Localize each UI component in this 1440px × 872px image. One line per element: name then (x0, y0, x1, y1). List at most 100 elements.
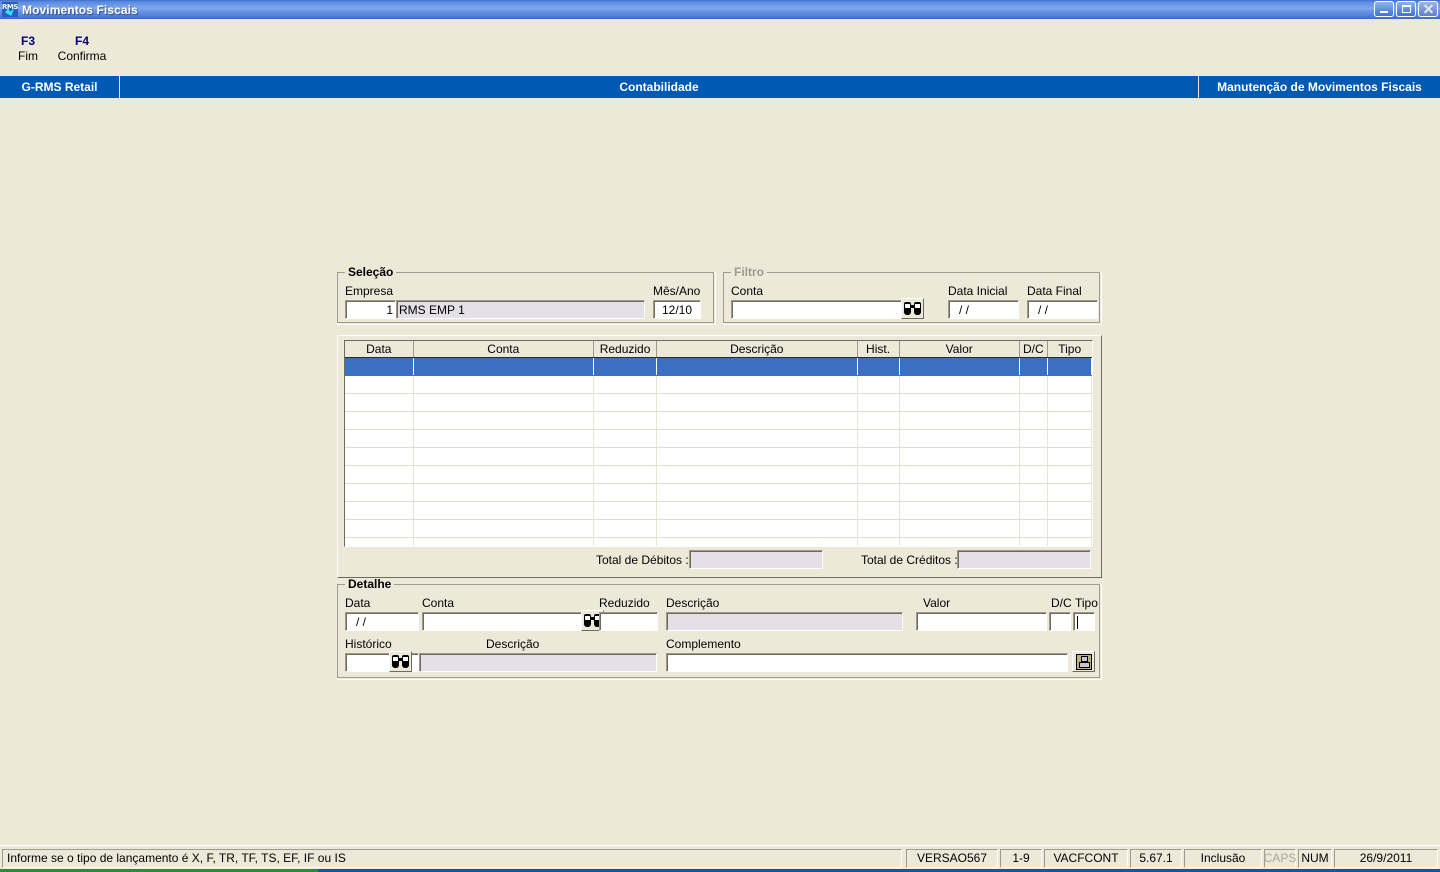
table-cell[interactable] (1047, 375, 1092, 394)
table-row[interactable] (345, 393, 1092, 412)
table-cell[interactable] (1019, 519, 1048, 538)
detalhe-data-input[interactable]: / / (345, 612, 419, 631)
table-cell[interactable] (1019, 357, 1048, 376)
table-cell[interactable] (413, 483, 594, 502)
table-cell[interactable] (1047, 465, 1092, 484)
table-cell[interactable] (593, 393, 658, 412)
table-cell[interactable] (857, 447, 900, 466)
table-row[interactable] (345, 537, 1092, 546)
table-cell[interactable] (899, 483, 1020, 502)
grid-col-tipo[interactable]: Tipo (1047, 341, 1092, 358)
table-cell[interactable] (593, 501, 658, 520)
table-cell[interactable] (1019, 393, 1048, 412)
table-cell[interactable] (857, 375, 900, 394)
mesano-field[interactable]: 12/10 (653, 300, 701, 319)
table-cell[interactable] (345, 519, 414, 538)
data-final-input[interactable]: / / (1027, 300, 1098, 319)
table-cell[interactable] (857, 501, 900, 520)
table-cell[interactable] (899, 429, 1020, 448)
table-cell[interactable] (1019, 465, 1048, 484)
table-cell[interactable] (857, 537, 900, 546)
table-cell[interactable] (413, 357, 594, 376)
table-cell[interactable] (1019, 501, 1048, 520)
grid-col-descricao[interactable]: Descrição (656, 341, 858, 358)
table-cell[interactable] (899, 519, 1020, 538)
detalhe-reduzido-input[interactable] (599, 612, 658, 631)
detalhe-save-button[interactable] (1072, 651, 1095, 672)
table-cell[interactable] (345, 357, 414, 376)
grid-col-data[interactable]: Data (345, 341, 414, 358)
table-cell[interactable] (656, 537, 858, 546)
table-cell[interactable] (656, 519, 858, 538)
filtro-conta-search-button[interactable] (901, 298, 924, 319)
table-cell[interactable] (345, 501, 414, 520)
table-row[interactable] (345, 447, 1092, 466)
table-cell[interactable] (593, 357, 658, 376)
minimize-button[interactable] (1374, 1, 1394, 17)
table-cell[interactable] (345, 537, 414, 546)
function-key-f3[interactable]: F3 Fim (0, 33, 56, 64)
table-cell[interactable] (1047, 411, 1092, 430)
grid-col-valor[interactable]: Valor (899, 341, 1020, 358)
table-cell[interactable] (413, 501, 594, 520)
table-cell[interactable] (857, 465, 900, 484)
table-row[interactable] (345, 519, 1092, 538)
table-cell[interactable] (1047, 537, 1092, 546)
table-cell[interactable] (656, 501, 858, 520)
table-cell[interactable] (1047, 393, 1092, 412)
table-cell[interactable] (1047, 357, 1092, 376)
table-cell[interactable] (1047, 447, 1092, 466)
table-cell[interactable] (1047, 483, 1092, 502)
table-row[interactable] (345, 501, 1092, 520)
table-cell[interactable] (899, 537, 1020, 546)
table-cell[interactable] (656, 393, 858, 412)
table-row[interactable] (345, 357, 1092, 376)
table-cell[interactable] (857, 519, 900, 538)
table-cell[interactable] (345, 447, 414, 466)
table-cell[interactable] (345, 393, 414, 412)
table-cell[interactable] (1019, 375, 1048, 394)
table-cell[interactable] (345, 429, 414, 448)
table-cell[interactable] (899, 465, 1020, 484)
table-cell[interactable] (413, 537, 594, 546)
table-cell[interactable] (899, 375, 1020, 394)
table-cell[interactable] (1019, 537, 1048, 546)
detalhe-historico-search-button[interactable] (389, 651, 412, 672)
table-cell[interactable] (413, 519, 594, 538)
table-cell[interactable] (1047, 519, 1092, 538)
table-cell[interactable] (857, 429, 900, 448)
table-cell[interactable] (857, 411, 900, 430)
detalhe-tipo-input[interactable] (1073, 612, 1095, 631)
table-cell[interactable] (1019, 411, 1048, 430)
table-cell[interactable] (656, 375, 858, 394)
grid-col-hist[interactable]: Hist. (857, 341, 900, 358)
table-cell[interactable] (593, 519, 658, 538)
grid-col-conta[interactable]: Conta (413, 341, 594, 358)
table-cell[interactable] (656, 447, 858, 466)
grid-col-reduzido[interactable]: Reduzido (593, 341, 658, 358)
table-row[interactable] (345, 429, 1092, 448)
detalhe-conta-input[interactable] (422, 612, 597, 631)
data-inicial-input[interactable]: / / (948, 300, 1019, 319)
table-cell[interactable] (899, 357, 1020, 376)
table-cell[interactable] (857, 483, 900, 502)
table-cell[interactable] (345, 411, 414, 430)
empresa-code-field[interactable]: 1 (345, 300, 396, 319)
table-cell[interactable] (413, 429, 594, 448)
function-key-f4[interactable]: F4 Confirma (54, 33, 110, 64)
table-cell[interactable] (1019, 447, 1048, 466)
restore-button[interactable] (1396, 1, 1416, 17)
table-cell[interactable] (857, 393, 900, 412)
table-cell[interactable] (593, 411, 658, 430)
table-row[interactable] (345, 465, 1092, 484)
table-cell[interactable] (899, 411, 1020, 430)
window-titlebar[interactable]: RMS Movimentos Fiscais (0, 0, 1440, 19)
filtro-conta-input[interactable] (731, 300, 913, 319)
table-cell[interactable] (413, 465, 594, 484)
table-cell[interactable] (656, 465, 858, 484)
table-cell[interactable] (899, 393, 1020, 412)
table-cell[interactable] (413, 375, 594, 394)
table-cell[interactable] (593, 447, 658, 466)
table-cell[interactable] (656, 429, 858, 448)
table-row[interactable] (345, 375, 1092, 394)
